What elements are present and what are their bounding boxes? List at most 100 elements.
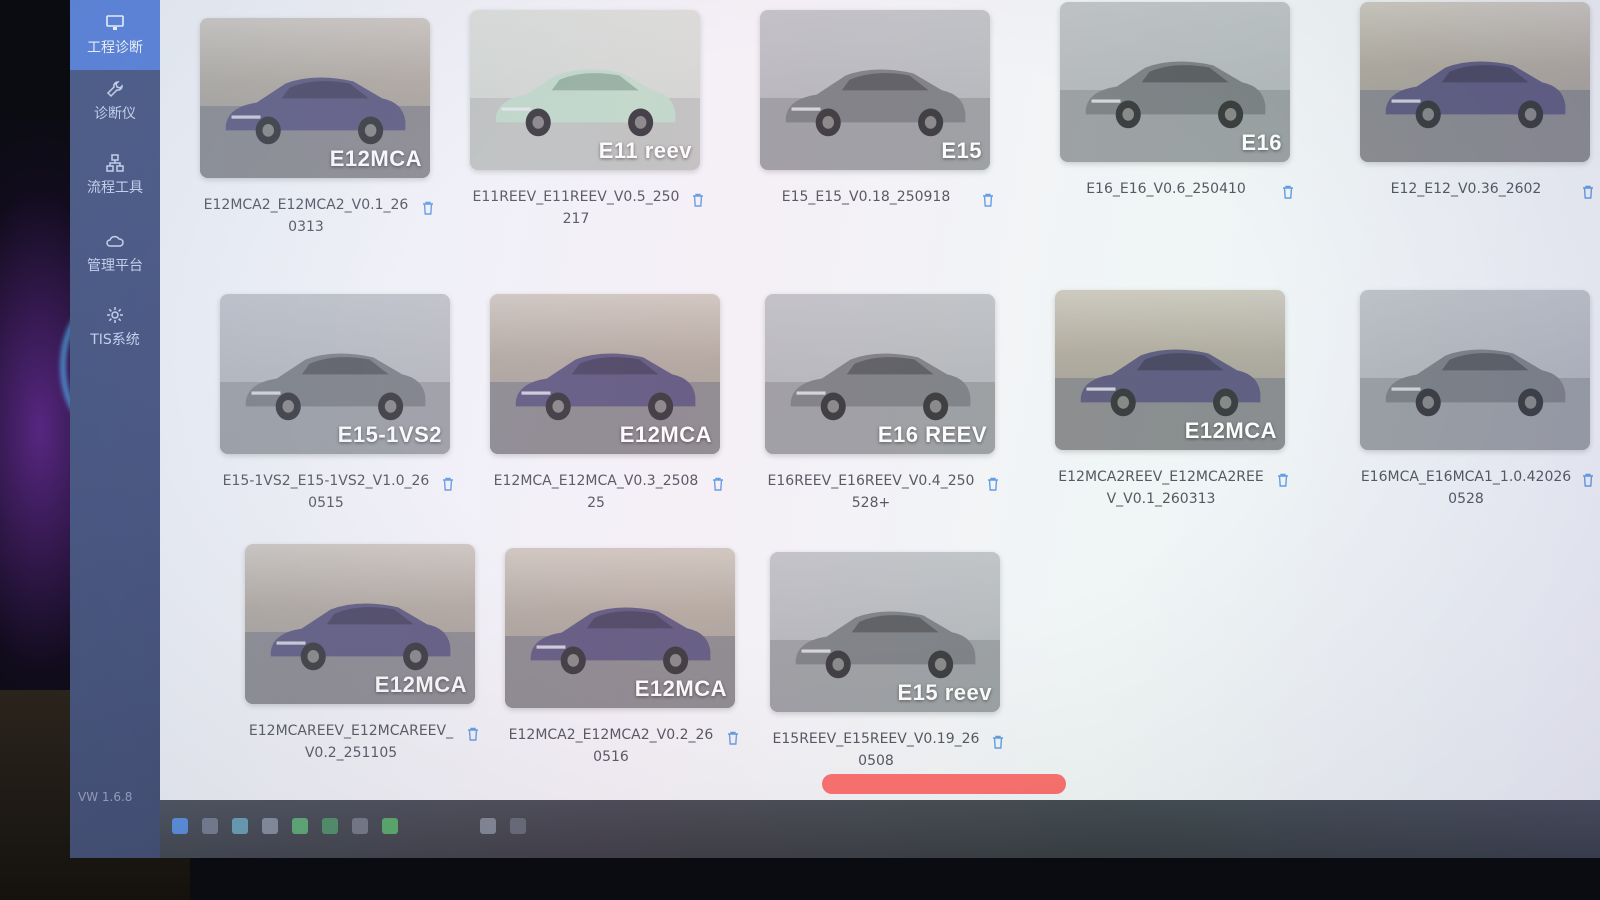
- vehicle-name-text: E11REEV_E11REEV_V0.5_250217: [472, 189, 680, 227]
- vehicle-thumbnail[interactable]: [1360, 2, 1590, 162]
- trash-icon[interactable]: [1280, 184, 1296, 200]
- taskbar: [160, 800, 1600, 858]
- car-image: [1386, 349, 1566, 416]
- vehicle-name-text: E12MCAREEV_E12MCAREEV_V0.2_251105: [248, 723, 454, 761]
- car-image: [1386, 61, 1566, 128]
- car-image: [226, 77, 406, 144]
- vehicle-name-text: E12MCA2_E12MCA2_V0.2_260516: [508, 727, 714, 765]
- trash-icon[interactable]: [1275, 472, 1291, 488]
- car-image: [271, 603, 451, 670]
- vehicle-name: E15_E15_V0.18_250918: [760, 186, 1000, 208]
- trash-icon[interactable]: [690, 192, 706, 208]
- vehicle-card[interactable]: E15 E15_E15_V0.18_250918: [760, 10, 1000, 208]
- vehicle-thumbnail[interactable]: E15: [760, 10, 990, 170]
- model-tag: E11 reev: [598, 138, 692, 163]
- taskview-icon[interactable]: [232, 818, 248, 834]
- app-gray-icon[interactable]: [352, 818, 368, 834]
- model-tag: E15: [941, 138, 982, 163]
- sidebar-item-engineering-diagnosis[interactable]: 工程诊断: [70, 0, 160, 70]
- app-running-icon[interactable]: [382, 818, 398, 834]
- vehicle-thumbnail[interactable]: E12MCA: [1055, 290, 1285, 450]
- car-image: [516, 353, 696, 420]
- car-image: [531, 607, 711, 674]
- sidebar-item-management-platform[interactable]: 管理平台: [70, 218, 160, 288]
- trash-icon[interactable]: [440, 476, 456, 492]
- vehicle-name: E12MCAREEV_E12MCAREEV_V0.2_251105: [245, 720, 485, 764]
- vehicle-card[interactable]: E12MCA E12MCA_E12MCA_V0.3_250825: [490, 294, 730, 514]
- app-minor-icon[interactable]: [510, 818, 526, 834]
- vehicle-thumbnail[interactable]: E15 reev: [770, 552, 1000, 712]
- vehicle-name: E15REEV_E15REEV_V0.19_260508: [770, 728, 1010, 772]
- trash-icon[interactable]: [1580, 184, 1596, 200]
- app-green-icon[interactable]: [292, 818, 308, 834]
- model-tag: E16: [1241, 130, 1282, 155]
- model-tag: E12MCA: [329, 146, 422, 171]
- vehicle-name: E12MCA2REEV_E12MCA2REEV_V0.1_260313: [1055, 466, 1295, 510]
- vehicle-thumbnail[interactable]: E11 reev: [470, 10, 700, 170]
- start-icon[interactable]: [172, 818, 188, 834]
- vehicle-name: E15-1VS2_E15-1VS2_V1.0_260515: [220, 470, 460, 514]
- sidebar-item-label: 管理平台: [87, 258, 143, 274]
- vehicle-card[interactable]: E12MCA E12MCA2_E12MCA2_V0.1_260313: [200, 18, 440, 238]
- file-explorer-icon[interactable]: [262, 818, 278, 834]
- flow-icon: [106, 154, 124, 172]
- trash-icon[interactable]: [465, 726, 481, 742]
- vehicle-thumbnail[interactable]: E12MCA: [245, 544, 475, 704]
- trash-icon[interactable]: [990, 734, 1006, 750]
- vehicle-card[interactable]: E16 REEV E16REEV_E16REEV_V0.4_250528+: [765, 294, 1005, 514]
- vehicle-name-text: E12MCA2REEV_E12MCA2REEV_V0.1_260313: [1058, 469, 1264, 507]
- vehicle-name: E11REEV_E11REEV_V0.5_250217: [470, 186, 710, 230]
- vehicle-thumbnail[interactable]: E16 REEV: [765, 294, 995, 454]
- vehicle-card[interactable]: E15 reev E15REEV_E15REEV_V0.19_260508: [770, 552, 1010, 772]
- app-dark-green-icon[interactable]: [322, 818, 338, 834]
- car-image: [1086, 61, 1266, 128]
- trash-icon[interactable]: [985, 476, 1001, 492]
- vehicle-thumbnail[interactable]: E15-1VS2: [220, 294, 450, 454]
- app-pinned-icon[interactable]: [480, 818, 496, 834]
- vehicle-card[interactable]: E12MCA E12MCAREEV_E12MCAREEV_V0.2_251105: [245, 544, 485, 764]
- vehicle-card[interactable]: E12MCA E12MCA2REEV_E12MCA2REEV_V0.1_2603…: [1055, 290, 1295, 510]
- trash-icon[interactable]: [725, 730, 741, 746]
- vehicle-card[interactable]: E12_E12_V0.36_2602: [1360, 2, 1600, 200]
- vehicle-name: E12MCA2_E12MCA2_V0.2_260516: [505, 724, 745, 768]
- model-tag: E15-1VS2: [337, 422, 442, 447]
- vehicle-name-text: E15-1VS2_E15-1VS2_V1.0_260515: [222, 473, 430, 511]
- vehicle-name: E16MCA_E16MCA1_1.0.420260528: [1360, 466, 1600, 510]
- model-tag: E12MCA: [634, 676, 727, 701]
- sidebar-item-diagnostic-tool[interactable]: 诊断仪: [70, 66, 160, 136]
- car-image: [791, 353, 971, 420]
- search-icon[interactable]: [202, 818, 218, 834]
- model-tag: E12MCA: [619, 422, 712, 447]
- car-image: [796, 611, 976, 678]
- vehicle-thumbnail[interactable]: E12MCA: [505, 548, 735, 708]
- model-tag: E12MCA: [1184, 418, 1277, 443]
- trash-icon[interactable]: [980, 192, 996, 208]
- vehicle-card[interactable]: E16MCA_E16MCA1_1.0.420260528: [1360, 290, 1600, 510]
- vehicle-name: E12MCA_E12MCA_V0.3_250825: [490, 470, 730, 514]
- monitor-icon: [106, 15, 124, 30]
- vehicle-thumbnail[interactable]: E12MCA: [490, 294, 720, 454]
- vehicle-gallery: E12MCA E12MCA2_E12MCA2_V0.1_260313 E11 r…: [160, 0, 1600, 800]
- car-image: [786, 69, 966, 136]
- sidebar-item-process-tools[interactable]: 流程工具: [70, 140, 160, 210]
- trash-icon[interactable]: [710, 476, 726, 492]
- sidebar-item-label: 流程工具: [87, 180, 143, 196]
- trash-icon[interactable]: [420, 200, 436, 216]
- vehicle-card[interactable]: E11 reev E11REEV_E11REEV_V0.5_250217: [470, 10, 710, 230]
- vehicle-thumbnail[interactable]: E16: [1060, 2, 1290, 162]
- model-tag: E15 reev: [897, 680, 992, 705]
- vehicle-thumbnail[interactable]: [1360, 290, 1590, 450]
- vehicle-card[interactable]: E16 E16_E16_V0.6_250410: [1060, 2, 1300, 200]
- model-tag: E16 REEV: [877, 422, 987, 447]
- sidebar-item-tis-system[interactable]: TIS系统: [70, 292, 160, 362]
- model-tag: E12MCA: [374, 672, 467, 697]
- vehicle-card[interactable]: E12MCA E12MCA2_E12MCA2_V0.2_260516: [505, 548, 745, 768]
- trash-icon[interactable]: [1580, 472, 1596, 488]
- vehicle-card[interactable]: E15-1VS2 E15-1VS2_E15-1VS2_V1.0_260515: [220, 294, 460, 514]
- monitor-screen: 工程诊断 诊断仪 流程工具 管理平台 TIS系统 VW 1.6.8 E12MCA…: [70, 0, 1600, 858]
- wrench-icon: [106, 81, 123, 98]
- vehicle-thumbnail[interactable]: E12MCA: [200, 18, 430, 178]
- sidebar-item-label: 工程诊断: [87, 40, 143, 56]
- horizontal-scrollbar[interactable]: [822, 774, 1066, 794]
- vehicle-name: E12MCA2_E12MCA2_V0.1_260313: [200, 194, 440, 238]
